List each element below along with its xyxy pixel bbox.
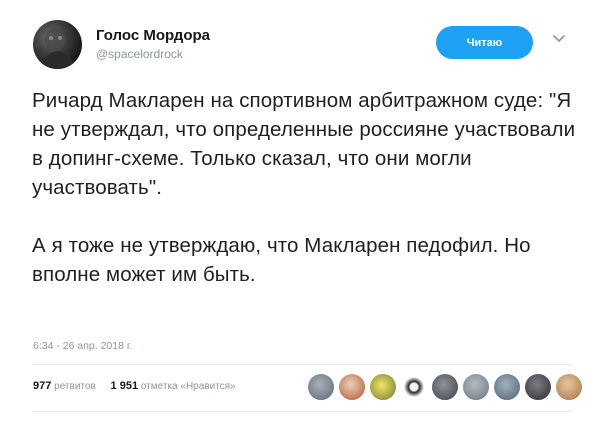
liker-avatar[interactable] [524, 373, 552, 401]
tweet-paragraph: Ричард Макларен на спортивном арбитражно… [32, 89, 576, 199]
tweet-card: Голос Мордора @spacelordrock Читаю Ричар… [0, 0, 600, 424]
tweet-stats: 977 ретвитов 1 951 отметка «Нравится» [33, 380, 248, 392]
chevron-down-icon[interactable] [552, 34, 566, 44]
liker-avatar[interactable] [555, 373, 583, 401]
liker-avatar[interactable] [493, 373, 521, 401]
dark-portrait-avatar-icon [41, 28, 77, 69]
likes-label: отметка «Нравится» [140, 381, 236, 392]
avatar[interactable] [33, 20, 82, 69]
liker-avatar[interactable] [369, 373, 397, 401]
liker-avatar[interactable] [400, 373, 428, 401]
liker-avatars [307, 373, 586, 401]
tweet-text: Ричард Макларен на спортивном арбитражно… [32, 86, 577, 289]
author-handle[interactable]: @spacelordrock [96, 46, 210, 62]
likes-count: 1 951 [110, 380, 139, 392]
divider [32, 364, 572, 365]
liker-avatar[interactable] [307, 373, 335, 401]
author-block: Голос Мордора @spacelordrock [96, 27, 210, 62]
follow-button[interactable]: Читаю [436, 26, 533, 59]
retweets-label: ретвитов [54, 381, 96, 392]
retweets-stat[interactable]: 977 ретвитов [33, 380, 99, 392]
retweets-count: 977 [33, 380, 52, 392]
tweet-paragraph: А я тоже не утверждаю, что Макларен педо… [32, 234, 531, 286]
liker-avatar[interactable] [431, 373, 459, 401]
divider [32, 411, 572, 412]
likes-stat[interactable]: 1 951 отметка «Нравится» [110, 380, 236, 392]
tweet-timestamp[interactable]: 6:34 - 26 апр. 2018 г. [33, 340, 132, 352]
author-display-name[interactable]: Голос Мордора [96, 27, 210, 45]
liker-avatar[interactable] [338, 373, 366, 401]
liker-avatar[interactable] [462, 373, 490, 401]
